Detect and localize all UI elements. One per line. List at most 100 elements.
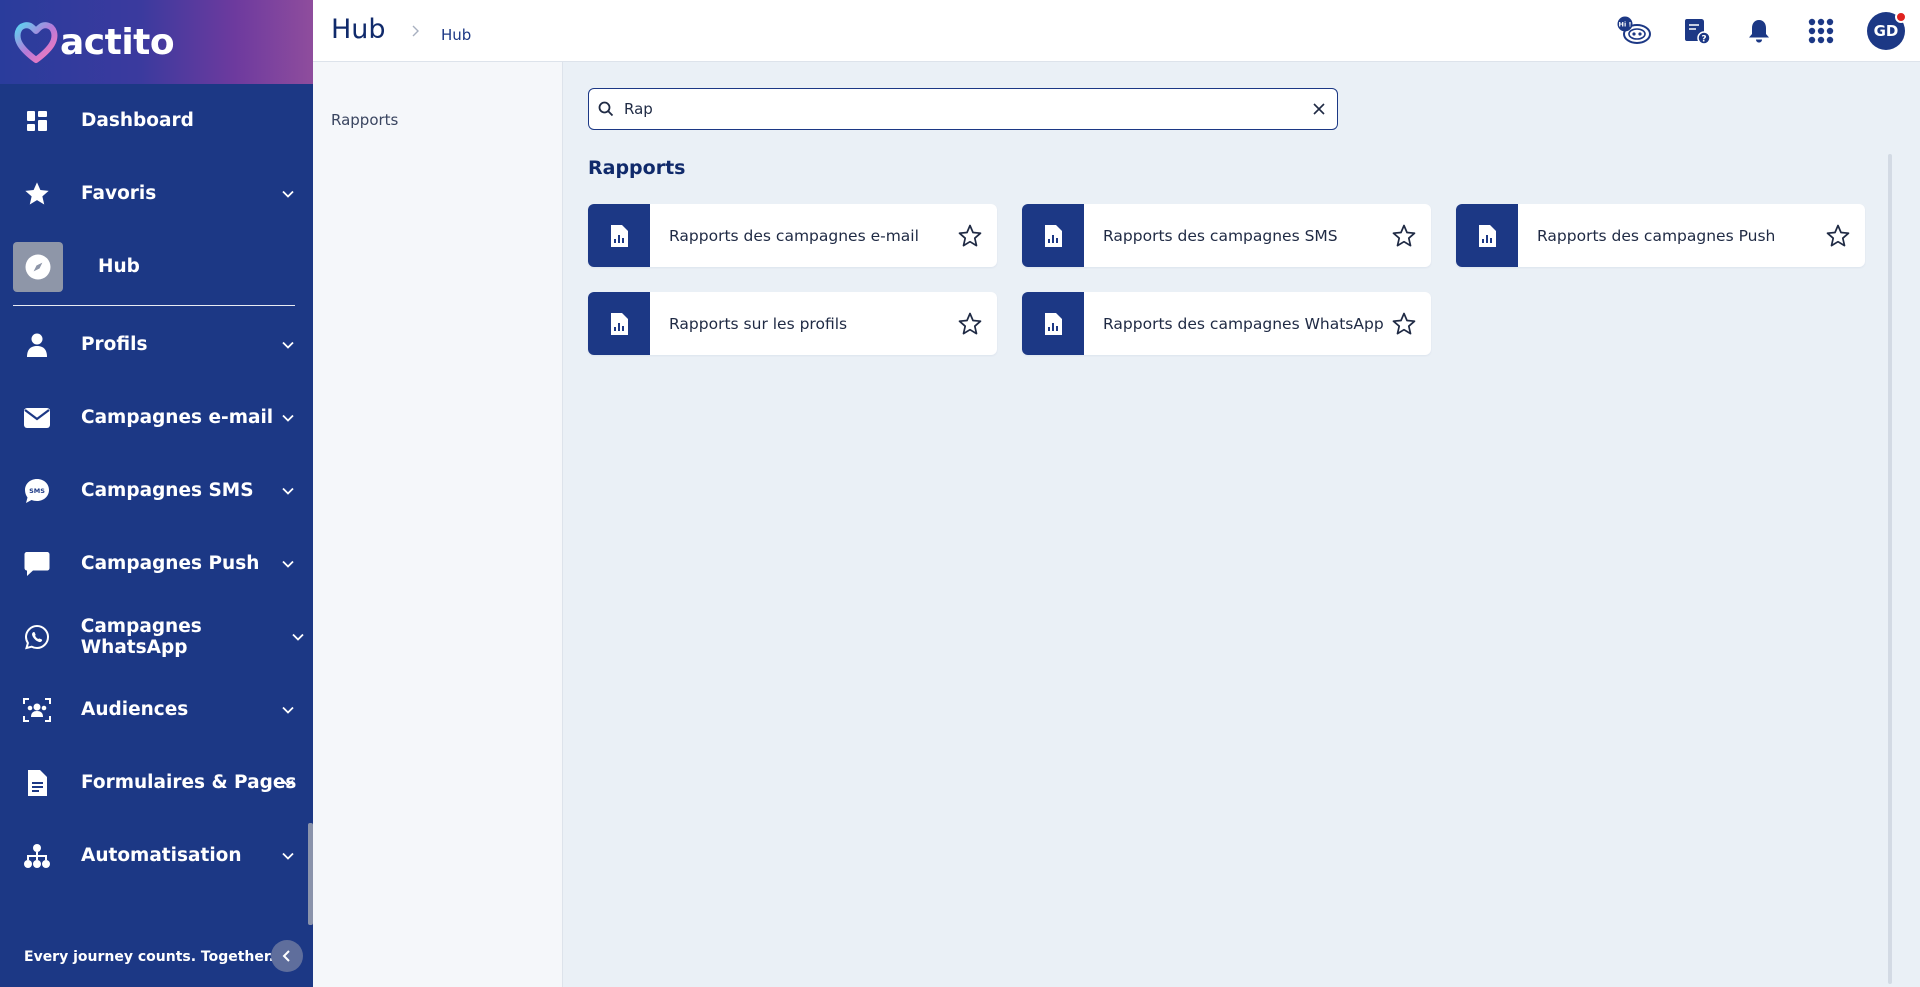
sidebar-item-label: Formulaires & Pages [81, 772, 297, 793]
content-scrollbar[interactable] [1888, 154, 1892, 984]
star-icon [22, 179, 52, 209]
search-input[interactable] [624, 100, 1284, 118]
sidebar-divider [13, 305, 295, 306]
notifications-button[interactable] [1728, 0, 1790, 62]
chevron-down-icon [282, 560, 294, 568]
chevron-down-icon [282, 341, 294, 349]
top-actions: Hi ! ? GD [1604, 0, 1920, 62]
sidebar-item-label: Campagnes WhatsApp [80, 615, 202, 658]
sidebar-item-label: Favoris [81, 183, 157, 204]
chevron-down-icon [292, 633, 304, 641]
clear-search-icon[interactable] [1311, 101, 1327, 117]
chevron-left-icon [282, 950, 290, 962]
collapse-sidebar-button[interactable] [271, 940, 303, 972]
report-document-icon [588, 292, 650, 355]
chevron-down-icon [282, 779, 294, 787]
document-icon [22, 768, 52, 798]
sidebar-item-label: Hub [98, 256, 140, 277]
sms-icon: SMS [22, 476, 52, 506]
heart-logo-icon [14, 22, 58, 63]
help-document-icon: ? [1685, 19, 1711, 45]
hierarchy-icon [22, 841, 52, 871]
bell-icon [1749, 20, 1769, 43]
search-box[interactable] [588, 88, 1338, 130]
category-item-rapports[interactable]: Rapports [331, 111, 398, 129]
favorite-star-icon[interactable] [1391, 311, 1417, 337]
sidebar-item-campagnes-whatsapp[interactable]: Campagnes WhatsApp [0, 600, 313, 673]
brand-name: actito [60, 21, 175, 63]
chevron-down-icon [282, 852, 294, 860]
sidebar-item-favoris[interactable]: Favoris [0, 157, 313, 230]
sidebar-item-label: Automatisation [81, 845, 242, 866]
compass-icon [13, 241, 63, 292]
sidebar-footer: Every journey counts. Together. [0, 927, 313, 987]
sidebar-item-campagnes-sms[interactable]: SMS Campagnes SMS [0, 454, 313, 527]
card-label: Rapports sur les profils [669, 314, 848, 333]
user-menu[interactable]: GD [1852, 0, 1920, 62]
card-label: Rapports des campagnes SMS [1103, 226, 1338, 245]
chevron-down-icon [282, 487, 294, 495]
apps-grid-icon [1808, 18, 1834, 44]
chat-bubble-icon [22, 549, 52, 579]
assistant-button[interactable]: Hi ! [1604, 0, 1666, 62]
sidebar-item-label: Campagnes Push [81, 553, 260, 574]
sidebar-item-dashboard[interactable]: Dashboard [0, 84, 313, 157]
favorite-star-icon[interactable] [957, 311, 983, 337]
report-document-icon [1022, 292, 1084, 355]
dashboard-icon [22, 106, 52, 136]
hub-category-panel: Rapports [313, 62, 563, 987]
chevron-down-icon [282, 414, 294, 422]
sidebar-item-label: Dashboard [81, 110, 194, 131]
favorite-star-icon[interactable] [1825, 223, 1851, 249]
report-card-email[interactable]: Rapports des campagnes e-mail [588, 204, 997, 267]
page-title: Hub [331, 14, 386, 45]
favorite-star-icon[interactable] [1391, 223, 1417, 249]
actito-logo[interactable]: actito [14, 20, 175, 64]
svg-text:?: ? [1701, 35, 1706, 45]
chevron-down-icon [282, 706, 294, 714]
sidebar-item-hub[interactable]: Hub [0, 230, 313, 303]
apps-button[interactable] [1790, 0, 1852, 62]
report-card-sms[interactable]: Rapports des campagnes SMS [1022, 204, 1431, 267]
card-label: Rapports des campagnes Push [1537, 226, 1776, 245]
help-button[interactable]: ? [1666, 0, 1728, 62]
person-icon [22, 330, 52, 360]
breadcrumb[interactable]: Hub [441, 26, 471, 44]
sidebar-item-label: Campagnes SMS [81, 480, 254, 501]
svg-text:SMS: SMS [29, 487, 45, 495]
report-card-profils[interactable]: Rapports sur les profils [588, 292, 997, 355]
sidebar-item-label: Audiences [81, 699, 189, 720]
audience-icon [22, 695, 52, 725]
report-card-push[interactable]: Rapports des campagnes Push [1456, 204, 1865, 267]
favorite-star-icon[interactable] [957, 223, 983, 249]
brand-tagline: Every journey counts. Together. [24, 949, 275, 965]
sidebar-item-profils[interactable]: Profils [0, 308, 313, 381]
chevron-right-icon [412, 25, 419, 37]
search-icon [598, 101, 614, 117]
sidebar: actito Dashboard Favoris Hub Profils Cam… [0, 0, 313, 987]
assistant-badge: Hi ! [1619, 21, 1632, 29]
sidebar-item-campagnes-email[interactable]: Campagnes e-mail [0, 381, 313, 454]
chevron-down-icon [282, 190, 294, 198]
sidebar-nav: Dashboard Favoris Hub Profils Campagnes … [0, 84, 313, 892]
main-content: Rapports Rapports des campagnes e-mail R… [563, 62, 1920, 987]
section-title: Rapports [588, 157, 686, 179]
report-document-icon [588, 204, 650, 267]
avatar[interactable]: GD [1867, 11, 1907, 50]
whatsapp-icon [22, 622, 52, 652]
sidebar-item-label: Campagnes e-mail [81, 407, 274, 428]
report-card-whatsapp[interactable]: Rapports des campagnes WhatsApp [1022, 292, 1431, 355]
envelope-icon [22, 403, 52, 433]
avatar-initials: GD [1873, 22, 1899, 40]
top-bar: Hub Hub Hi ! ? GD [313, 0, 1920, 62]
card-label: Rapports des campagnes e-mail [669, 226, 919, 245]
sidebar-item-campagnes-push[interactable]: Campagnes Push [0, 527, 313, 600]
brand-header: actito [0, 0, 313, 84]
sidebar-item-automatisation[interactable]: Automatisation [0, 819, 313, 892]
sidebar-item-formulaires-pages[interactable]: Formulaires & Pages [0, 746, 313, 819]
assistant-icon: Hi ! [1617, 16, 1651, 44]
notification-dot [1895, 11, 1907, 23]
report-document-icon [1456, 204, 1518, 267]
report-document-icon [1022, 204, 1084, 267]
sidebar-item-audiences[interactable]: Audiences [0, 673, 313, 746]
